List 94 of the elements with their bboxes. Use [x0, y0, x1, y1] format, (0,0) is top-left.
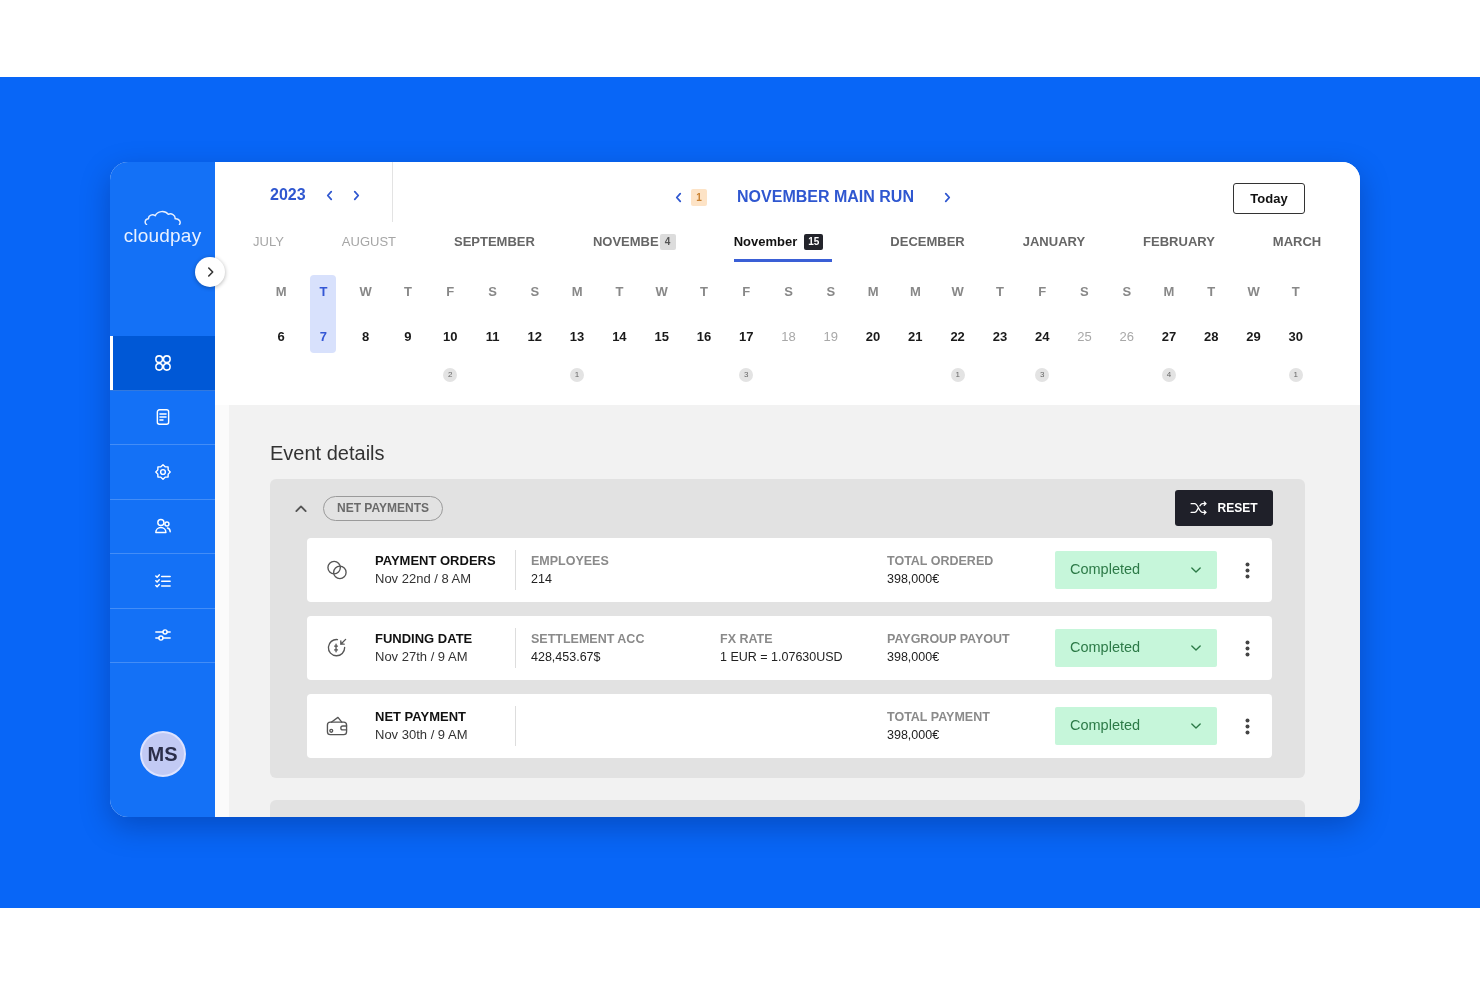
month-tab[interactable]: MARCH [1272, 228, 1322, 262]
status-dropdown[interactable]: Completed [1055, 551, 1217, 589]
date-button[interactable]: T 9 [394, 275, 421, 353]
date-button[interactable]: T 14 [606, 275, 633, 353]
event-title: NET PAYMENT [375, 708, 466, 726]
date-button[interactable]: W 22 [944, 275, 971, 353]
field-label: SETTLEMENT ACC [531, 631, 645, 648]
date-button[interactable]: W 8 [352, 275, 379, 353]
event-title: PAYMENT ORDERS [375, 552, 496, 570]
date-button[interactable]: F 17 [733, 275, 760, 353]
date-button[interactable]: S 18 [775, 275, 802, 353]
more-icon[interactable] [1245, 639, 1250, 657]
field-label: TOTAL ORDERED [887, 553, 994, 570]
event-date: Nov 27th / 9 AM [375, 648, 468, 666]
event-count-badge: 1 [1288, 368, 1303, 382]
event-date: Nov 30th / 9 AM [375, 726, 468, 744]
chevron-down-icon [1191, 645, 1201, 651]
coin-arrow-icon [326, 637, 348, 659]
chevron-left-icon[interactable] [675, 191, 683, 203]
count-badge: 15 [804, 234, 824, 250]
date-button[interactable]: T 7 [310, 275, 337, 353]
chevron-right-icon [206, 266, 214, 278]
chevron-down-icon [1191, 567, 1201, 573]
field-value: 398,000€ [887, 571, 940, 588]
sliders-icon [154, 627, 171, 644]
chevron-right-icon[interactable] [352, 189, 360, 201]
event-count-badge: 3 [739, 368, 754, 382]
field-value: 398,000€ [887, 649, 940, 666]
chevron-right-icon[interactable] [943, 191, 951, 203]
event-date: Nov 22nd / 8 AM [375, 570, 472, 588]
wallet-icon [326, 715, 348, 737]
date-button[interactable]: M 6 [268, 275, 295, 353]
date-button[interactable]: S 26 [1113, 275, 1140, 353]
date-button[interactable]: M 13 [564, 275, 591, 353]
field-value: 398,000€ [887, 727, 940, 744]
date-button[interactable]: F 10 [437, 275, 464, 353]
chevron-down-icon [1191, 723, 1201, 729]
month-tab[interactable]: November 15 [733, 228, 833, 262]
gear-icon [154, 463, 171, 480]
month-tab[interactable]: DECEMBER [890, 228, 965, 262]
date-button[interactable]: T 28 [1198, 275, 1225, 353]
field-label: FX RATE [720, 631, 773, 648]
date-button[interactable]: W 29 [1240, 275, 1267, 353]
date-button[interactable]: M 20 [860, 275, 887, 353]
section-title: Event details [270, 441, 385, 465]
date-button[interactable]: S 25 [1071, 275, 1098, 353]
more-icon[interactable] [1245, 561, 1250, 579]
date-button[interactable]: S 11 [479, 275, 506, 353]
status-dropdown[interactable]: Completed [1055, 629, 1217, 667]
year-label: 2023 [270, 185, 306, 205]
grid-icon [154, 354, 171, 371]
date-button[interactable]: M 21 [902, 275, 929, 353]
field-label: EMPLOYEES [531, 553, 609, 570]
document-icon [154, 409, 171, 426]
logo-text: cloudpay [123, 225, 202, 247]
shuffle-icon [1190, 501, 1209, 515]
field-label: TOTAL PAYMENT [887, 709, 990, 726]
run-title: NOVEMBER MAIN RUN [737, 187, 914, 207]
date-button[interactable]: S 19 [817, 275, 844, 353]
field-value: 428,453.67$ [531, 649, 601, 666]
cloud-icon [142, 210, 183, 225]
checklist-icon [154, 572, 171, 589]
sidebar-nav-item[interactable] [110, 336, 215, 391]
today-button[interactable]: Today [1233, 183, 1305, 214]
field-value: 214 [531, 571, 552, 588]
event-title: FUNDING DATE [375, 630, 473, 648]
month-tab[interactable]: NOVEMBE 4 [592, 228, 676, 262]
date-button[interactable]: M 27 [1156, 275, 1182, 353]
event-count-badge: 2 [443, 368, 458, 382]
event-count-badge: 3 [1035, 368, 1050, 382]
event-count-badge: 1 [570, 368, 585, 382]
avatar[interactable]: MS [139, 731, 186, 777]
field-value: 1 EUR = 1.07630USD [720, 649, 843, 666]
more-icon[interactable] [1245, 717, 1250, 735]
month-tab[interactable]: JANUARY [1022, 228, 1086, 262]
reset-button[interactable]: RESET [1175, 490, 1273, 526]
coins-icon [326, 559, 348, 581]
event-count-badge: 4 [1162, 368, 1176, 382]
date-button[interactable]: T 16 [690, 275, 717, 353]
month-tab[interactable]: SEPTEMBER [454, 228, 535, 262]
month-tab[interactable]: FEBRUARY [1143, 228, 1215, 262]
status-dropdown[interactable]: Completed [1055, 707, 1217, 745]
field-label: PAYGROUP PAYOUT [887, 631, 1010, 648]
date-button[interactable]: T 30 [1282, 275, 1309, 353]
date-button[interactable]: S 12 [521, 275, 548, 353]
date-button[interactable]: F 24 [1029, 275, 1056, 353]
date-button[interactable]: T 23 [986, 275, 1013, 353]
count-badge: 4 [659, 234, 676, 250]
chevron-left-icon[interactable] [325, 189, 333, 201]
event-count-badge: 1 [950, 368, 965, 382]
date-button[interactable]: W 15 [648, 275, 675, 353]
count-badge: 1 [691, 188, 708, 206]
chevron-up-icon[interactable] [295, 504, 307, 512]
users-icon [154, 518, 171, 535]
